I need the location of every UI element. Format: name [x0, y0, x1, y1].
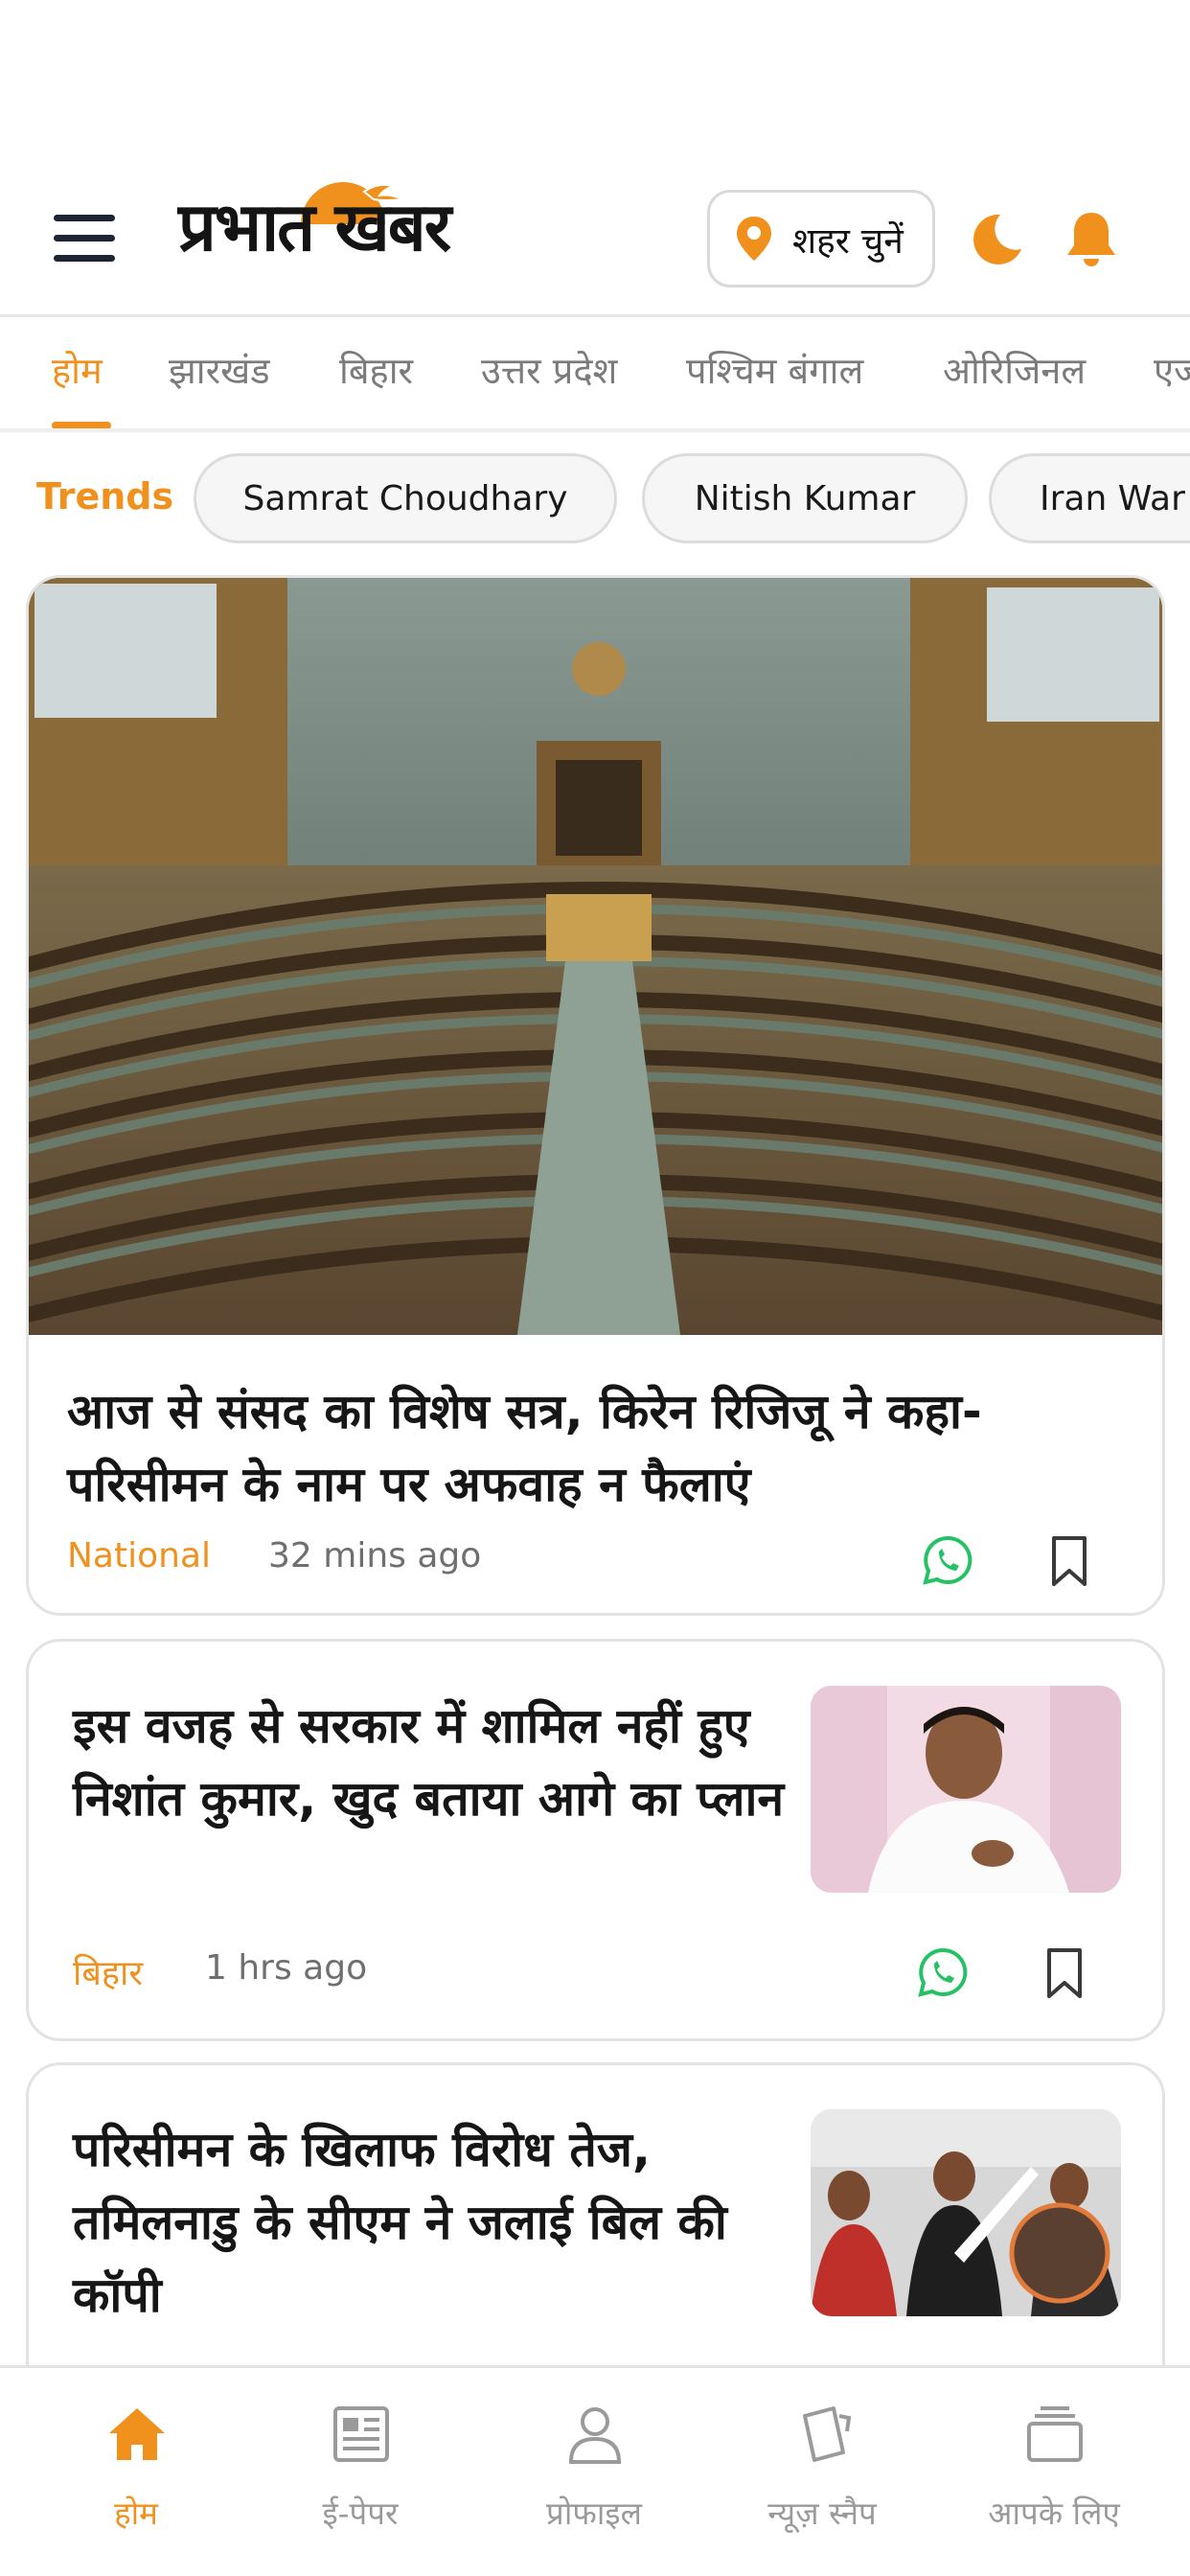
bottom-nav-label: ई-पेपर — [322, 2495, 399, 2532]
article-category[interactable]: बिहार — [73, 1948, 143, 1995]
article-thumbnail — [811, 2109, 1121, 2316]
bottom-nav-home[interactable]: होम — [17, 2368, 255, 2576]
tab-west-bengal[interactable]: पश्चिम बंगाल — [686, 345, 863, 395]
bottom-nav-label: आपके लिए — [988, 2495, 1120, 2532]
article-category[interactable]: National — [67, 1536, 211, 1576]
bottom-nav-profile[interactable]: प्रोफाइल — [475, 2368, 713, 2576]
bottom-nav-label: न्यूज़ स्नैप — [767, 2495, 877, 2532]
logo[interactable]: प्रभात खबर — [178, 172, 514, 278]
trend-chip[interactable]: Samrat Choudhary — [194, 453, 617, 543]
stack-icon — [1027, 2406, 1083, 2462]
trends-label: Trends — [36, 475, 174, 518]
tabs-divider — [0, 428, 1190, 432]
trend-chip[interactable]: Nitish Kumar — [642, 453, 968, 543]
article-headline[interactable]: इस वजह से सरकार में शामिल नहीं हुए निशां… — [73, 1690, 801, 1835]
article-timestamp: 1 hrs ago — [205, 1948, 368, 1988]
tab-uttar-pradesh[interactable]: उत्तर प्रदेश — [481, 345, 617, 395]
tab-bihar[interactable]: बिहार — [339, 345, 413, 395]
article-headline[interactable]: परिसीमन के खिलाफ विरोध तेज, तमिलनाडु के … — [73, 2113, 801, 2332]
bottom-nav-for-you[interactable]: आपके लिए — [935, 2368, 1173, 2576]
bottom-nav-epaper[interactable]: ई-पेपर — [241, 2368, 479, 2576]
bookmark-icon[interactable] — [1048, 1534, 1090, 1588]
lead-article-card[interactable]: आज से संसद का विशेष सत्र, किरेन रिजिजू न… — [26, 575, 1165, 1616]
article-thumbnail — [811, 1686, 1121, 1893]
city-select-button[interactable]: शहर चुनें — [707, 190, 935, 288]
menu-icon[interactable] — [54, 215, 115, 263]
bookmark-icon[interactable] — [1043, 1946, 1086, 2000]
category-tabs: होम झारखंड बिहार उत्तर प्रदेश पश्चिम बंग… — [0, 318, 1190, 428]
trend-chip[interactable]: Iran War — [989, 453, 1190, 543]
logo-text: प्रभात खबर — [178, 188, 451, 266]
header-divider — [0, 314, 1190, 317]
app-header: प्रभात खबर शहर चुनें — [0, 172, 1190, 316]
whatsapp-share-icon[interactable] — [917, 1946, 969, 1998]
cards-icon — [803, 2406, 852, 2462]
bottom-nav-news-snap[interactable]: न्यूज़ स्नैप — [703, 2368, 941, 2576]
article-timestamp: 32 mins ago — [268, 1536, 482, 1576]
tab-original[interactable]: ओरिजिनल — [943, 345, 1086, 395]
article-card[interactable]: इस वजह से सरकार में शामिल नहीं हुए निशां… — [26, 1639, 1165, 2041]
location-pin-icon — [737, 217, 771, 261]
bottom-navigation: होम ई-पेपर प्रोफाइल न्यूज़ स्नैप आपके लि… — [0, 2365, 1190, 2576]
home-icon — [109, 2408, 165, 2460]
whatsapp-share-icon[interactable] — [922, 1534, 973, 1586]
bottom-nav-label: प्रोफाइल — [546, 2495, 642, 2532]
lead-article-image — [29, 578, 1162, 1335]
bottom-nav-label: होम — [114, 2495, 158, 2532]
trends-bar: Trends Samrat Choudhary Nitish Kumar Ira… — [0, 450, 1190, 546]
dark-mode-moon-icon[interactable] — [968, 211, 1025, 268]
tab-jharkhand[interactable]: झारखंड — [169, 345, 270, 395]
lead-article-headline[interactable]: आज से संसद का विशेष सत्र, किरेन रिजिजू न… — [67, 1375, 1121, 1521]
tab-more[interactable]: एज — [1154, 345, 1190, 395]
profile-icon — [568, 2407, 622, 2464]
tab-home[interactable]: होम — [52, 345, 103, 395]
city-select-label: शहर चुनें — [792, 219, 904, 262]
notification-bell-icon[interactable] — [1064, 209, 1119, 268]
active-tab-indicator — [52, 422, 111, 428]
newspaper-icon — [333, 2406, 389, 2462]
